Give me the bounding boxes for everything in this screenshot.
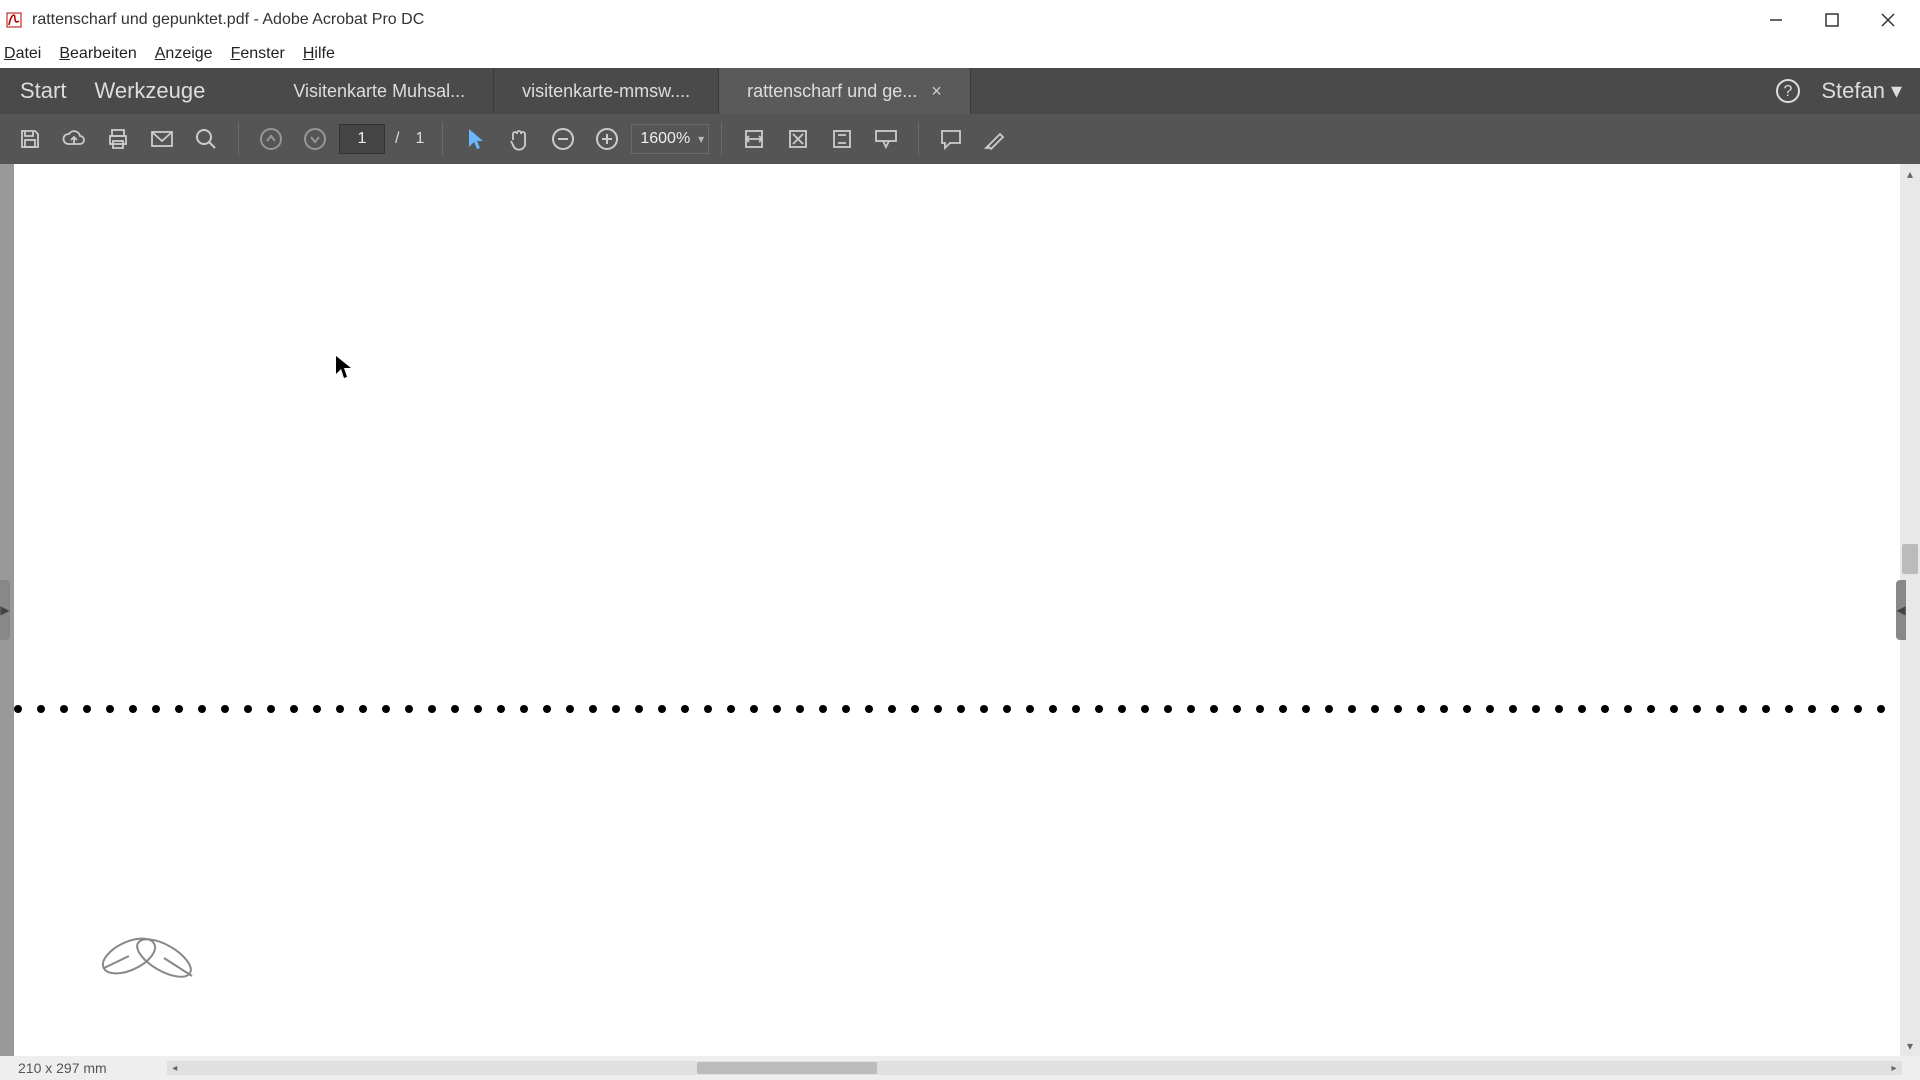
hand-tool-button[interactable] bbox=[499, 119, 539, 159]
fit-width-button[interactable] bbox=[734, 119, 774, 159]
document-leaf-graphic bbox=[94, 916, 204, 996]
print-button[interactable] bbox=[98, 119, 138, 159]
scroll-left-icon[interactable]: ◂ bbox=[167, 1061, 183, 1075]
right-panel-toggle[interactable]: ◀ bbox=[1896, 580, 1906, 640]
tabbar: Start Werkzeuge Visitenkarte Muhsal... v… bbox=[0, 68, 1920, 114]
user-menu[interactable]: Stefan ▾ bbox=[1821, 78, 1902, 104]
search-button[interactable] bbox=[186, 119, 226, 159]
document-tab[interactable]: visitenkarte-mmsw.... bbox=[494, 68, 719, 114]
minimize-button[interactable] bbox=[1748, 0, 1804, 40]
tab-label: Visitenkarte Muhsal... bbox=[293, 81, 465, 102]
horizontal-scroll-thumb[interactable] bbox=[697, 1062, 877, 1074]
document-tab-active[interactable]: rattenscharf und ge... × bbox=[719, 68, 971, 114]
page-dimensions: 210 x 297 mm bbox=[18, 1060, 107, 1076]
menu-file[interactable]: Datei bbox=[4, 45, 41, 63]
menubar: Datei Bearbeiten Anzeige Fenster Hilfe bbox=[0, 40, 1920, 68]
page-canvas[interactable] bbox=[14, 164, 1900, 1056]
tab-label: rattenscharf und ge... bbox=[747, 81, 917, 102]
statusbar: 210 x 297 mm ◂ ▸ bbox=[0, 1056, 1920, 1080]
horizontal-scrollbar[interactable]: ◂ ▸ bbox=[167, 1061, 1902, 1075]
scroll-right-icon[interactable]: ▸ bbox=[1886, 1061, 1902, 1075]
document-viewport: ▶ ▴ ▾ ◀ bbox=[0, 164, 1920, 1056]
selection-tool-button[interactable] bbox=[455, 119, 495, 159]
left-panel-toggle[interactable]: ▶ bbox=[0, 580, 10, 640]
close-tab-icon[interactable]: × bbox=[931, 81, 942, 102]
menu-window[interactable]: Fenster bbox=[231, 45, 285, 63]
vertical-scroll-thumb[interactable] bbox=[1902, 544, 1918, 574]
scroll-down-icon[interactable]: ▾ bbox=[1900, 1036, 1920, 1056]
tab-label: visitenkarte-mmsw.... bbox=[522, 81, 690, 102]
save-button[interactable] bbox=[10, 119, 50, 159]
user-name: Stefan bbox=[1821, 78, 1885, 104]
zoom-select[interactable]: 1600% bbox=[631, 124, 709, 154]
zoom-value: 1600% bbox=[640, 130, 690, 148]
menu-edit[interactable]: Bearbeiten bbox=[59, 45, 136, 63]
read-mode-button[interactable] bbox=[866, 119, 906, 159]
titlebar: rattenscharf und gepunktet.pdf - Adobe A… bbox=[0, 0, 1920, 40]
page-total: 1 bbox=[415, 130, 424, 148]
zoom-out-button[interactable] bbox=[543, 119, 583, 159]
page-separator: / bbox=[395, 130, 399, 148]
toolbar: / 1 1600% bbox=[0, 114, 1920, 164]
comment-button[interactable] bbox=[931, 119, 971, 159]
acrobat-app-icon bbox=[4, 10, 24, 30]
page-number-input[interactable] bbox=[339, 124, 385, 154]
cursor-icon bbox=[334, 354, 356, 380]
window-title: rattenscharf und gepunktet.pdf - Adobe A… bbox=[32, 11, 424, 29]
nav-tools[interactable]: Werkzeuge bbox=[94, 78, 205, 104]
close-window-button[interactable] bbox=[1860, 0, 1916, 40]
chevron-down-icon: ▾ bbox=[1891, 78, 1902, 104]
highlight-button[interactable] bbox=[975, 119, 1015, 159]
scroll-up-icon[interactable]: ▴ bbox=[1900, 164, 1920, 184]
menu-view[interactable]: Anzeige bbox=[155, 45, 213, 63]
document-tab[interactable]: Visitenkarte Muhsal... bbox=[265, 68, 494, 114]
maximize-button[interactable] bbox=[1804, 0, 1860, 40]
menu-help[interactable]: Hilfe bbox=[303, 45, 335, 63]
svg-text:?: ? bbox=[1784, 83, 1793, 100]
actual-size-button[interactable] bbox=[822, 119, 862, 159]
email-button[interactable] bbox=[142, 119, 182, 159]
nav-start[interactable]: Start bbox=[20, 78, 66, 104]
zoom-in-button[interactable] bbox=[587, 119, 627, 159]
previous-page-button[interactable] bbox=[251, 119, 291, 159]
document-dotted-line bbox=[14, 704, 1900, 714]
next-page-button[interactable] bbox=[295, 119, 335, 159]
cloud-upload-button[interactable] bbox=[54, 119, 94, 159]
help-icon[interactable]: ? bbox=[1775, 78, 1801, 104]
fit-page-button[interactable] bbox=[778, 119, 818, 159]
